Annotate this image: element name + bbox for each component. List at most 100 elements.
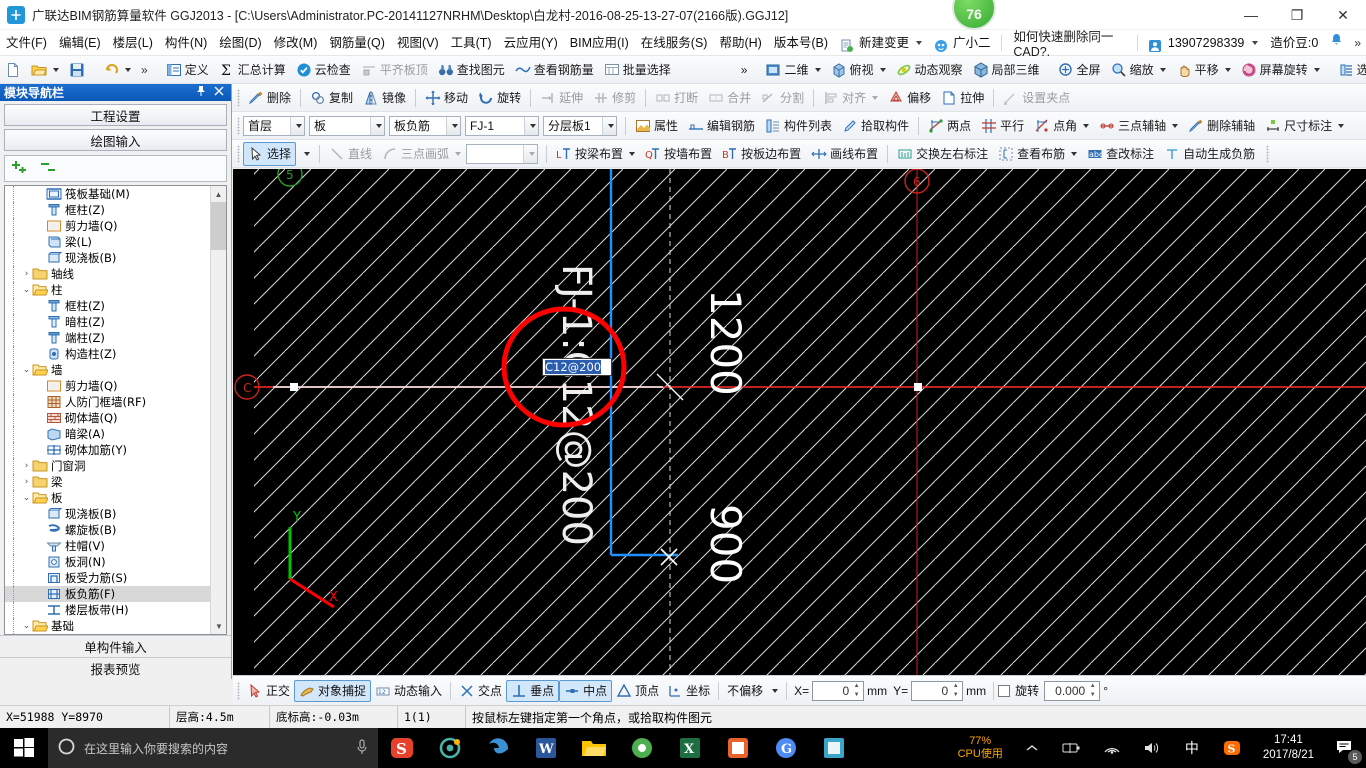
chevron-down-icon[interactable]: ⌄ [21, 362, 32, 378]
taskbar-app-spinner[interactable] [426, 728, 474, 768]
tree-node[interactable]: 暗柱(Z) [5, 314, 210, 330]
promo-link[interactable]: 如何快速删除同一CAD?. [1005, 26, 1133, 59]
edit-rebar-button[interactable]: 编辑钢筋 [683, 114, 760, 138]
tree-node[interactable]: 剪力墙(Q) [5, 378, 210, 394]
tree-node[interactable]: › 轴线 [5, 266, 210, 282]
rotate-stepper[interactable]: ▲ ▼ [1087, 683, 1098, 699]
dimension-button[interactable]: 尺寸标注 [1260, 114, 1349, 138]
select-tool-button[interactable]: 选择 [243, 141, 297, 166]
tree-node[interactable]: 端柱(Z) [5, 330, 210, 346]
tree-node[interactable]: › 梁 [5, 474, 210, 490]
tree-node[interactable]: ⌄ 柱 [5, 282, 210, 298]
maximize-button[interactable]: ❐ [1274, 0, 1320, 30]
account-phone-button[interactable]: 13907298339 [1142, 30, 1264, 56]
tree-node[interactable]: 现浇板(B) [5, 250, 210, 266]
tree-node[interactable]: 螺旋板(B) [5, 522, 210, 538]
menu-tools[interactable]: 工具(T) [445, 30, 498, 56]
save-button[interactable] [64, 58, 90, 82]
merge-button[interactable]: 合并 [703, 86, 756, 110]
new-change-button[interactable]: 新建变更 [834, 30, 928, 56]
tree-node[interactable]: ⌄ 墙 [5, 362, 210, 378]
intersection-snap-toggle[interactable]: 交点 [455, 680, 506, 702]
dynamic-input-toggle[interactable]: 12 动态输入 [371, 680, 446, 702]
tree-node[interactable]: 柱帽(V) [5, 538, 210, 554]
toolbar-grip-4[interactable] [1266, 144, 1270, 163]
volume-icon[interactable] [1133, 728, 1171, 768]
menu-version[interactable]: 版本号(B) [768, 30, 834, 56]
battery-icon[interactable] [1053, 728, 1091, 768]
taskbar-app-sogou[interactable]: S [378, 728, 426, 768]
report-preview-button[interactable]: 报表预览 [0, 657, 231, 679]
taskbar-app-word[interactable]: W [522, 728, 570, 768]
x-offset-input[interactable]: 0 ▲ ▼ [812, 680, 865, 701]
scroll-down-icon[interactable]: ▼ [211, 618, 226, 634]
extend-button[interactable]: 延伸 [535, 86, 588, 110]
two-point-axis-button[interactable]: 两点 [923, 114, 976, 138]
select-floor-button[interactable]: 选择楼层 [1333, 58, 1366, 82]
tree-node[interactable]: 现浇板(B) [5, 506, 210, 522]
tree-node[interactable]: › 门窗洞 [5, 458, 210, 474]
pan-button[interactable]: 平移 [1171, 58, 1236, 82]
tree-node[interactable]: 构造柱(Z) [5, 346, 210, 362]
chevron-right-icon[interactable]: › [21, 266, 32, 282]
inline-edit-box[interactable]: C12@200 [542, 358, 612, 376]
pick-component-button[interactable]: 拾取构件 [837, 114, 914, 138]
notification-icon[interactable]: 5 [1326, 728, 1364, 768]
delete-aux-axis-button[interactable]: 删除辅轴 [1183, 114, 1260, 138]
properties-button[interactable]: 属性 [630, 114, 683, 138]
parallel-axis-button[interactable]: 平行 [976, 114, 1029, 138]
tree-node[interactable]: 人防门框墙(RF) [5, 394, 210, 410]
menu-online-service[interactable]: 在线服务(S) [635, 30, 714, 56]
menu-overflow[interactable]: » [1349, 36, 1366, 50]
new-file-button[interactable] [0, 58, 26, 82]
set-grip-button[interactable]: 设置夹点 [998, 86, 1075, 110]
delete-button[interactable]: 删除 [243, 86, 296, 110]
component-list-button[interactable]: 构件列表 [760, 114, 837, 138]
scrollbar-thumb[interactable] [211, 202, 226, 250]
toolbar-grip-2[interactable] [237, 116, 240, 135]
rotate-button[interactable]: 旋转 [473, 86, 526, 110]
view-rebar-qty-button[interactable]: 查看钢筋量 [510, 58, 599, 82]
move-button[interactable]: 移动 [420, 86, 473, 110]
sogou-tray-icon[interactable]: S [1213, 728, 1251, 768]
drawing-canvas[interactable]: 1200 900 FJ-1:C12@200 Y X 5 6 C C12@200 [233, 169, 1366, 675]
break-button[interactable]: 打断 [650, 86, 703, 110]
coordinate-snap-toggle[interactable]: 坐标 [663, 680, 714, 702]
menu-rebar-quantity[interactable]: 钢筋量(Q) [323, 30, 391, 56]
scroll-up-icon[interactable]: ▲ [211, 186, 226, 202]
perpendicular-snap-toggle[interactable]: 垂点 [506, 679, 560, 702]
swap-annotation-button[interactable]: 交换左右标注 [892, 142, 993, 166]
menu-floor[interactable]: 楼层(L) [107, 30, 159, 56]
wifi-icon[interactable] [1093, 728, 1131, 768]
summary-calc-button[interactable]: Σ 汇总计算 [214, 58, 291, 82]
menu-cloud-app[interactable]: 云应用(Y) [498, 30, 564, 56]
toolbar-overflow-2[interactable]: » [736, 58, 753, 82]
x-offset-stepper[interactable]: ▲ ▼ [851, 683, 862, 699]
tree-node[interactable]: ⌄ 板 [5, 490, 210, 506]
tree-node[interactable]: 砌体墙(Q) [5, 410, 210, 426]
taskbar-clock[interactable]: 17:41 2017/8/21 [1253, 733, 1324, 763]
tree-node[interactable]: 框柱(Z) [5, 298, 210, 314]
close-icon[interactable] [214, 85, 224, 100]
cloud-check-button[interactable]: 云检查 [291, 58, 356, 82]
toolbar-grip[interactable] [237, 88, 240, 107]
by-wall-button[interactable]: Q 按墙布置 [640, 142, 717, 166]
top-view-button[interactable]: 俯视 [826, 58, 891, 82]
open-file-button[interactable] [26, 58, 64, 82]
line-tool-button[interactable]: 直线 [324, 142, 377, 166]
tree-node[interactable]: 梁(L) [5, 234, 210, 250]
by-beam-button[interactable]: L 按梁布置 [551, 142, 640, 166]
project-settings-button[interactable]: 工程设置 [4, 104, 227, 126]
undo-button[interactable] [98, 58, 136, 82]
chevron-right-icon[interactable]: › [21, 474, 32, 490]
toolbar-overflow-1[interactable]: » [136, 58, 153, 82]
single-component-input-button[interactable]: 单构件输入 [0, 635, 231, 657]
floor-select[interactable]: 首层 [243, 115, 305, 136]
draw-line-button[interactable]: 画线布置 [806, 142, 883, 166]
menu-modify[interactable]: 修改(M) [268, 30, 324, 56]
y-offset-input[interactable]: 0 ▲ ▼ [911, 680, 964, 701]
taskbar-app-chrome[interactable]: G [762, 728, 810, 768]
offset-mode-select[interactable]: 不偏移 [723, 680, 782, 702]
coin-label[interactable]: 造价豆:0 [1264, 30, 1324, 56]
score-badge[interactable]: 76 [952, 0, 996, 30]
